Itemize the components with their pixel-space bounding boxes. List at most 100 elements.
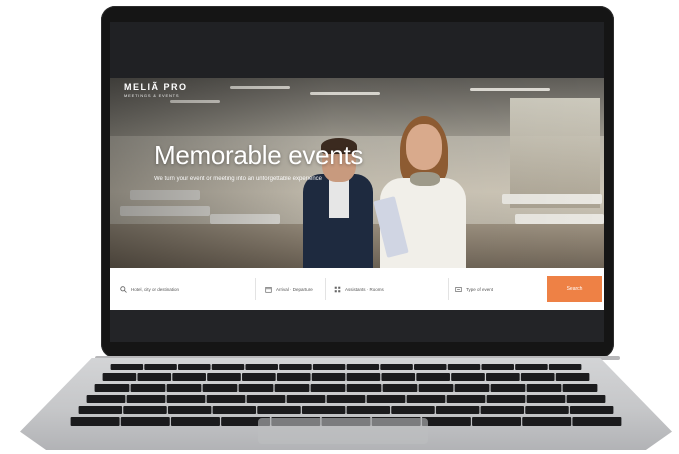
keyboard-key: [454, 384, 490, 392]
keyboard-key: [391, 406, 435, 414]
hero-banner: MELIÃ PRO MEETINGS & EVENTS Memorable ev…: [110, 78, 604, 268]
keyboard-key: [447, 364, 481, 370]
keyboard-key: [166, 384, 202, 392]
calendar-icon: [265, 286, 272, 293]
event-type-icon: [455, 286, 462, 292]
keyboard-key: [206, 395, 246, 403]
event-type-field[interactable]: Type of event: [455, 282, 493, 296]
keyboard-key: [178, 364, 211, 370]
field-divider: [255, 278, 256, 300]
keyboard-key: [414, 364, 447, 370]
dates-field[interactable]: Arrival · Departure: [265, 282, 313, 296]
keyboard-key: [238, 384, 274, 392]
keyboard-key: [137, 373, 172, 381]
screen-bottom-area: [110, 310, 604, 342]
keyboard-key: [312, 364, 346, 370]
trackpad: [258, 418, 428, 444]
keyboard-key: [326, 395, 366, 403]
keyboard-key: [212, 406, 257, 414]
keyboard-key: [572, 417, 622, 426]
field-divider: [325, 278, 326, 300]
event-search-bar: Hotel, city or destination Arrival · Dep…: [110, 268, 604, 310]
keyboard-key: [416, 373, 450, 381]
keyboard-key: [144, 364, 177, 370]
keyboard-key: [381, 373, 416, 381]
keyboard-key: [245, 364, 278, 370]
laptop-screen: MELIÃ PRO MEETINGS & EVENTS Memorable ev…: [110, 22, 604, 342]
keyboard-key: [310, 384, 346, 392]
keyboard-key: [515, 364, 548, 370]
keyboard-key: [555, 373, 590, 381]
brand-tagline: MEETINGS & EVENTS: [124, 93, 180, 98]
keyboard-key: [276, 373, 311, 381]
attendees-label: Assistants · Rooms: [345, 286, 384, 292]
keyboard-key: [382, 384, 418, 392]
keyboard-key: [279, 364, 312, 370]
keyboard-key: [102, 373, 137, 381]
keyboard-key: [481, 364, 514, 370]
keyboard-key: [406, 395, 446, 403]
keyboard-key: [172, 373, 206, 381]
person-woman-necklace: [410, 172, 440, 186]
destination-placeholder: Hotel, city or destination: [131, 286, 180, 292]
keyboard-key: [480, 406, 525, 414]
keyboard-key: [486, 395, 526, 403]
keyboard-key: [126, 395, 166, 403]
screen-top-area: [110, 22, 604, 78]
attendees-icon: [334, 286, 341, 292]
search-button[interactable]: Search: [547, 276, 602, 302]
keyboard-key: [170, 417, 220, 426]
person-woman-head: [406, 124, 442, 170]
hero-title: Memorable events: [154, 140, 364, 170]
keyboard-key: [421, 417, 471, 426]
keyboard-key: [486, 373, 520, 381]
keyboard-key: [242, 373, 276, 381]
brand-logo[interactable]: MELIÃ PRO: [124, 82, 188, 92]
keyboard-key: [346, 384, 382, 392]
keyboard-key: [526, 384, 562, 392]
keyboard-key: [490, 384, 526, 392]
keyboard-key: [526, 395, 566, 403]
keyboard-key: [548, 364, 582, 370]
keyboard-key: [346, 373, 381, 381]
keyboard-key: [522, 417, 572, 426]
keyboard-key: [202, 384, 238, 392]
person-man-shirt: [329, 178, 349, 218]
dates-label: Arrival · Departure: [276, 286, 313, 292]
keyboard-key: [274, 384, 310, 392]
keyboard-key: [286, 395, 326, 403]
keyboard-key: [94, 384, 130, 392]
field-divider: [448, 278, 449, 300]
keyboard-key: [569, 406, 614, 414]
keyboard-key: [86, 395, 126, 403]
keyboard-key: [435, 406, 480, 414]
search-icon: [120, 285, 127, 293]
keyboard-key: [520, 373, 555, 381]
keyboard-key: [211, 364, 245, 370]
keyboard-key: [566, 395, 606, 403]
keyboard-key: [70, 417, 120, 426]
keyboard-key: [257, 406, 301, 414]
keyboard-key: [120, 417, 170, 426]
keyboard-key: [123, 406, 167, 414]
destination-field[interactable]: Hotel, city or destination: [120, 282, 179, 296]
keyboard-key: [301, 406, 346, 414]
keyboard-key: [166, 395, 206, 403]
keyboard-key: [418, 384, 454, 392]
keyboard-key: [110, 364, 144, 370]
event-type-label: Type of event: [466, 286, 494, 292]
keyboard-key: [451, 373, 485, 381]
keyboard-key: [346, 406, 391, 414]
keyboard-key: [366, 395, 406, 403]
keyboard-key: [167, 406, 212, 414]
attendees-field[interactable]: Assistants · Rooms: [334, 282, 384, 296]
hero-subtitle: We turn your event or meeting into an un…: [154, 176, 322, 182]
keyboard-key: [311, 373, 346, 381]
keyboard-key: [130, 384, 166, 392]
keyboard-key: [380, 364, 413, 370]
keyboard-key: [346, 364, 380, 370]
keyboard-key: [472, 417, 522, 426]
keyboard-key: [446, 395, 486, 403]
keyboard-key: [562, 384, 598, 392]
keyboard-key: [207, 373, 241, 381]
